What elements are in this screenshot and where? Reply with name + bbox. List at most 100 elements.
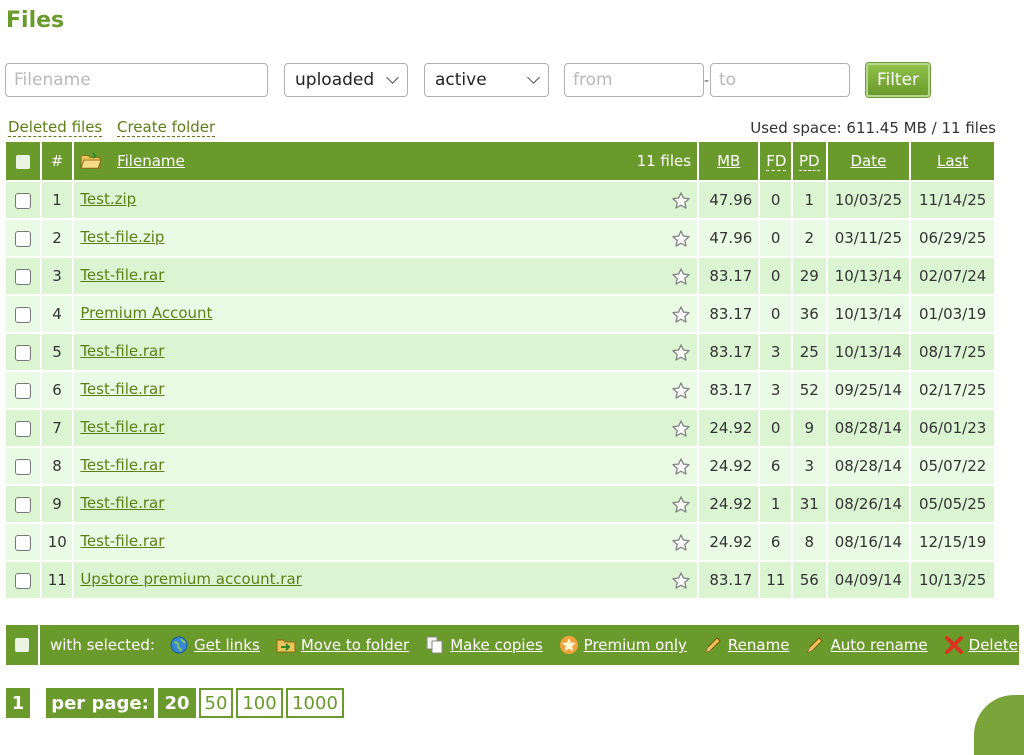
get-links-action[interactable]: Get links <box>169 635 260 655</box>
header-mb[interactable]: MB <box>717 152 740 170</box>
row-select-cell[interactable] <box>6 372 40 408</box>
file-link[interactable]: Test-file.rar <box>80 342 164 360</box>
move-to-folder-label: Move to folder <box>300 636 410 654</box>
globe-icon <box>170 636 188 654</box>
row-mb: 24.92 <box>699 410 759 446</box>
file-link[interactable]: Test-file.rar <box>80 494 164 512</box>
star-icon[interactable] <box>671 419 691 439</box>
table-row[interactable]: 6 Test-file.rar 83.17 3 52 09/25/14 02/17/25 <box>6 372 994 408</box>
state-select[interactable]: active <box>424 63 549 97</box>
filename-input[interactable] <box>5 63 268 97</box>
date-to-input[interactable] <box>710 63 850 97</box>
row-checkbox[interactable] <box>14 192 31 209</box>
row-select-cell[interactable] <box>6 486 40 522</box>
row-checkbox[interactable] <box>14 420 31 437</box>
table-row[interactable]: 4 Premium Account 83.17 0 36 10/13/14 01/03/19 <box>6 296 994 332</box>
row-checkbox[interactable] <box>14 458 31 475</box>
row-fd: 3 <box>760 334 791 370</box>
row-checkbox[interactable] <box>14 572 31 589</box>
header-date[interactable]: Date <box>850 152 886 170</box>
file-link[interactable]: Premium Account <box>80 304 212 322</box>
table-row[interactable]: 8 Test-file.rar 24.92 6 3 08/28/14 05/07/22 <box>6 448 994 484</box>
row-select-cell[interactable] <box>6 448 40 484</box>
row-checkbox[interactable] <box>14 344 31 361</box>
select-all-cell[interactable] <box>6 142 40 180</box>
star-icon[interactable] <box>671 571 691 591</box>
row-mb: 83.17 <box>699 296 759 332</box>
table-row[interactable]: 9 Test-file.rar 24.92 1 31 08/26/14 05/05/25 <box>6 486 994 522</box>
star-icon[interactable] <box>671 305 691 325</box>
per-page-option-50[interactable]: 50 <box>199 688 233 718</box>
row-checkbox[interactable] <box>14 382 31 399</box>
file-link[interactable]: Test-file.rar <box>80 266 164 284</box>
star-icon[interactable] <box>671 343 691 363</box>
table-row[interactable]: 7 Test-file.rar 24.92 0 9 08/28/14 06/01/23 <box>6 410 994 446</box>
row-select-cell[interactable] <box>6 258 40 294</box>
per-page-option-100[interactable]: 100 <box>236 688 283 718</box>
create-folder-link[interactable]: Create folder <box>117 119 216 137</box>
file-link[interactable]: Test-file.rar <box>80 380 164 398</box>
table-row[interactable]: 10 Test-file.rar 24.92 6 8 08/16/14 12/15/19 <box>6 524 994 560</box>
row-select-cell[interactable] <box>6 182 40 218</box>
row-checkbox[interactable] <box>14 534 31 551</box>
auto-rename-action[interactable]: Auto rename <box>805 635 928 655</box>
table-row[interactable]: 11 Upstore premium account.rar 83.17 11 56 04… <box>6 562 994 598</box>
row-pd: 3 <box>792 448 826 484</box>
status-select[interactable]: uploaded <box>284 63 408 97</box>
select-all-checkbox[interactable] <box>15 154 30 169</box>
star-icon[interactable] <box>671 381 691 401</box>
header-pd[interactable]: PD <box>798 152 820 171</box>
star-icon[interactable] <box>671 533 691 553</box>
per-page-option-20[interactable]: 20 <box>158 688 196 718</box>
row-last: 02/17/25 <box>911 372 994 408</box>
row-fd: 11 <box>760 562 791 598</box>
row-date: 10/13/14 <box>827 296 910 332</box>
table-row[interactable]: 2 Test-file.zip 47.96 0 2 03/11/25 06/29/25 <box>6 220 994 256</box>
row-checkbox[interactable] <box>14 496 31 513</box>
table-row[interactable]: 5 Test-file.rar 83.17 3 25 10/13/14 08/17/25 <box>6 334 994 370</box>
per-page-option-1000[interactable]: 1000 <box>286 688 344 718</box>
row-number: 6 <box>41 372 73 408</box>
file-link[interactable]: Test.zip <box>80 190 136 208</box>
page-number-current[interactable]: 1 <box>6 688 30 718</box>
delete-x-icon <box>944 636 963 654</box>
file-link[interactable]: Test-file.rar <box>80 456 164 474</box>
row-checkbox[interactable] <box>14 306 31 323</box>
folder-open-icon[interactable] <box>80 152 102 170</box>
filter-button[interactable]: Filter <box>866 63 930 97</box>
file-link[interactable]: Test-file.zip <box>80 228 164 246</box>
row-select-cell[interactable] <box>6 220 40 256</box>
row-select-cell[interactable] <box>6 410 40 446</box>
row-select-cell[interactable] <box>6 524 40 560</box>
row-filename-cell: Upstore premium account.rar <box>74 562 698 598</box>
header-filename[interactable]: Filename <box>117 152 185 170</box>
header-fd[interactable]: FD <box>766 152 787 171</box>
row-pd: 25 <box>792 334 826 370</box>
row-checkbox[interactable] <box>14 268 31 285</box>
row-select-cell[interactable] <box>6 334 40 370</box>
row-select-cell[interactable] <box>6 296 40 332</box>
header-last[interactable]: Last <box>937 152 968 170</box>
star-icon[interactable] <box>671 267 691 287</box>
bulk-select-checkbox[interactable] <box>15 638 29 652</box>
star-icon[interactable] <box>671 191 691 211</box>
delete-action[interactable]: Delete <box>944 635 1018 655</box>
row-checkbox[interactable] <box>14 230 31 247</box>
table-row[interactable]: 1 Test.zip 47.96 0 1 10/03/25 11/14/25 <box>6 182 994 218</box>
move-to-folder-action[interactable]: Move to folder <box>276 635 409 655</box>
table-row[interactable]: 3 Test-file.rar 83.17 0 29 10/13/14 02/07/24 <box>6 258 994 294</box>
rename-action[interactable]: Rename <box>703 635 789 655</box>
deleted-files-link[interactable]: Deleted files <box>8 119 103 137</box>
file-link[interactable]: Test-file.rar <box>80 418 164 436</box>
star-icon[interactable] <box>671 457 691 477</box>
row-select-cell[interactable] <box>6 562 40 598</box>
row-last: 05/07/22 <box>911 448 994 484</box>
date-from-input[interactable] <box>564 63 704 97</box>
premium-only-action[interactable]: Premium only <box>559 635 687 655</box>
file-link[interactable]: Upstore premium account.rar <box>80 570 302 588</box>
bulk-select-cell[interactable] <box>6 625 40 665</box>
make-copies-action[interactable]: Make copies <box>425 635 543 655</box>
star-icon[interactable] <box>671 495 691 515</box>
star-icon[interactable] <box>671 229 691 249</box>
file-link[interactable]: Test-file.rar <box>80 532 164 550</box>
